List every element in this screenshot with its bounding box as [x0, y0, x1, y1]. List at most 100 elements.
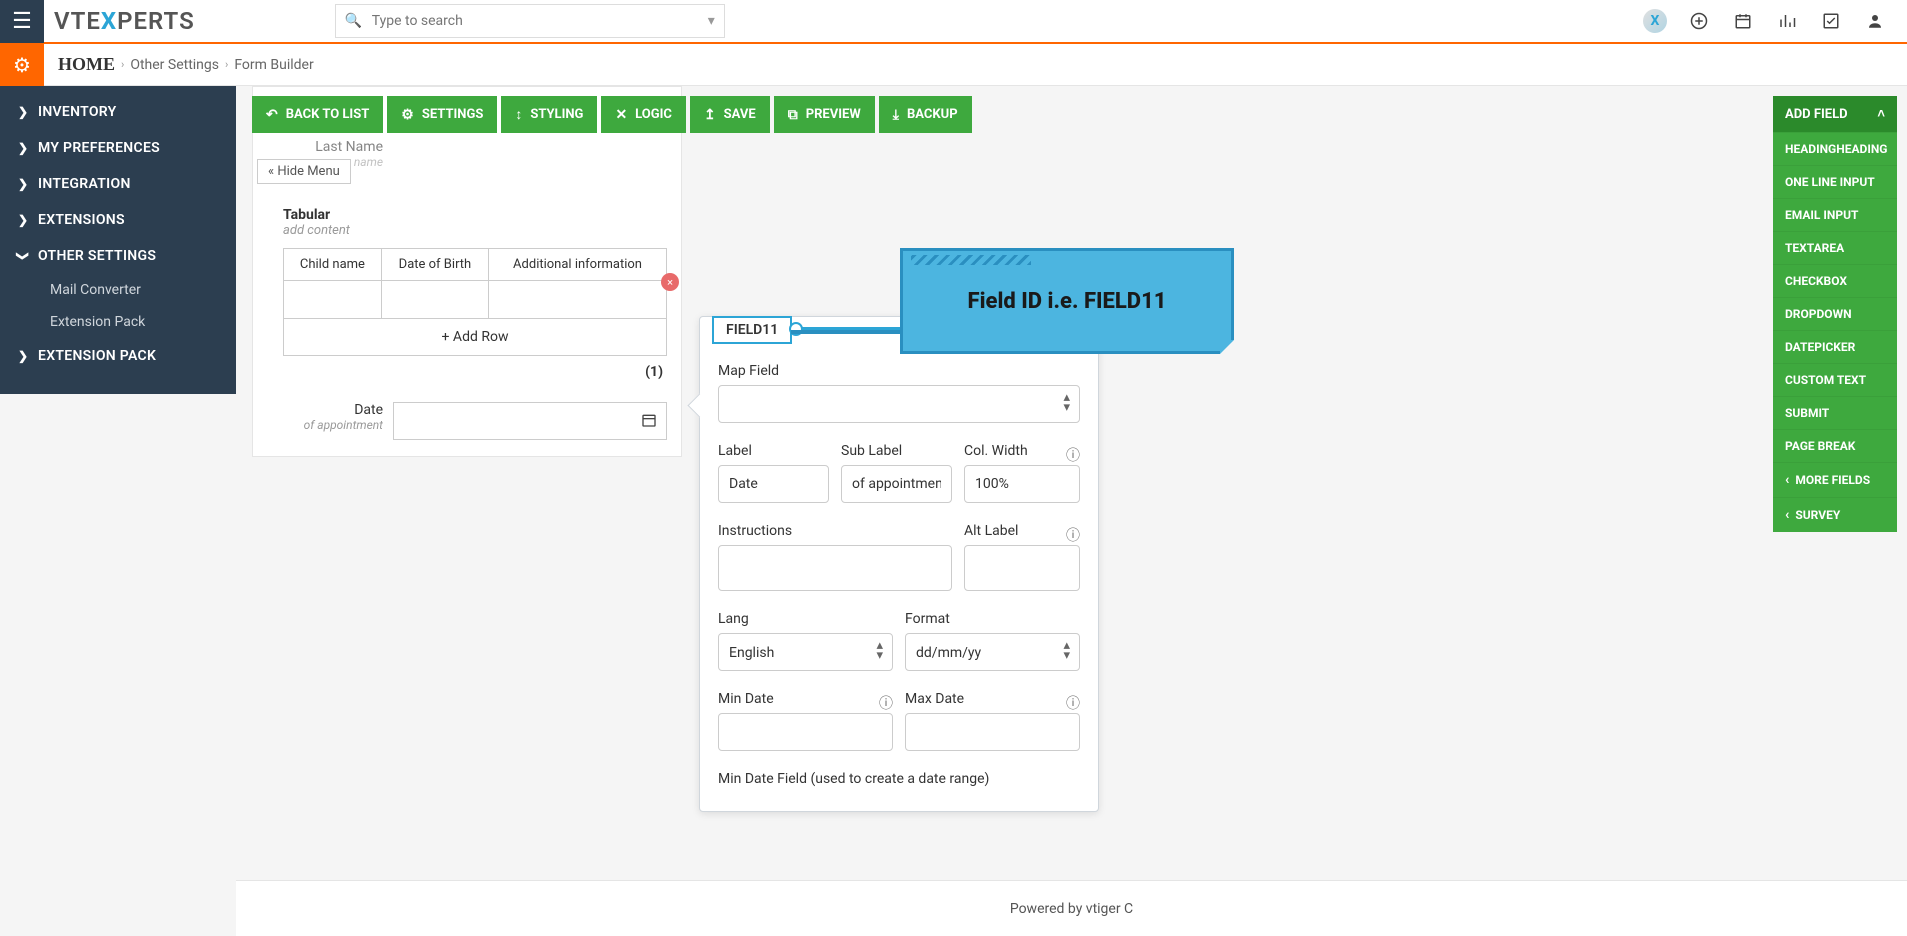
hamburger-icon: ☰ [12, 9, 32, 34]
date-input[interactable] [393, 402, 667, 440]
gear-icon: ⚙ [13, 53, 31, 77]
calendar-icon[interactable] [641, 412, 657, 432]
delete-row-button[interactable]: × [661, 273, 679, 291]
logo[interactable]: VTEXPERTS [54, 0, 195, 43]
checklist-icon[interactable] [1819, 9, 1843, 33]
sidebar-item-label: INVENTORY [38, 104, 117, 120]
add-field-header[interactable]: ADD FIELD ˄ [1773, 96, 1897, 132]
info-icon[interactable]: ⓘ [1066, 693, 1080, 713]
preview-button[interactable]: ⧉PREVIEW [774, 96, 875, 133]
info-icon[interactable]: ⓘ [1066, 525, 1080, 545]
mindate-field-range-label: Min Date Field (used to create a date ra… [718, 771, 1080, 787]
sidebar-item-label: OTHER SETTINGS [38, 248, 156, 264]
add-field-textarea[interactable]: TEXTAREA [1773, 231, 1897, 264]
add-field-dropdown[interactable]: DROPDOWN [1773, 297, 1897, 330]
sidebar-item-label: MY PREFERENCES [38, 140, 160, 156]
tabular-table: Child name Date of Birth Additional info… [283, 248, 667, 319]
chevron-right-icon: › [225, 58, 228, 71]
add-field-datepicker[interactable]: DATEPICKER [1773, 330, 1897, 363]
breadcrumb-home[interactable]: HOME [58, 54, 115, 75]
table-row[interactable] [284, 281, 667, 319]
sublabel-input[interactable] [841, 465, 952, 503]
add-field-checkbox[interactable]: CHECKBOX [1773, 264, 1897, 297]
top-header: ☰ VTEXPERTS 🔍 ▾ X [0, 0, 1907, 44]
column-header: Date of Birth [381, 249, 488, 281]
global-search: 🔍 ▾ [335, 4, 725, 38]
calendar-icon[interactable] [1731, 9, 1755, 33]
sidebar-item-other-settings[interactable]: ❯ OTHER SETTINGS [0, 238, 236, 274]
mindate-field-label: Min Date [718, 691, 893, 707]
add-field-more-fields[interactable]: MORE FIELDS [1773, 462, 1897, 497]
info-icon[interactable]: ⓘ [879, 693, 893, 713]
styling-button[interactable]: ↕STYLING [501, 96, 597, 133]
sidebar-item-extensions[interactable]: ❯ EXTENSIONS [0, 202, 236, 238]
breadcrumb: HOME › Other Settings › Form Builder [58, 54, 314, 75]
save-button[interactable]: ↥SAVE [690, 96, 770, 133]
secondary-bar: ⚙ HOME › Other Settings › Form Builder [0, 44, 1907, 86]
add-field-heading[interactable]: HEADINGHEADING [1773, 132, 1897, 165]
sublabel-field-label: Sub Label [841, 443, 952, 459]
lang-select[interactable]: English [718, 633, 893, 671]
maxdate-input[interactable] [905, 713, 1080, 751]
sidebar-item-integration[interactable]: ❯ INTEGRATION [0, 166, 236, 202]
hamburger-button[interactable]: ☰ [0, 0, 44, 43]
add-field-custom-text[interactable]: CUSTOM TEXT [1773, 363, 1897, 396]
user-icon[interactable] [1863, 9, 1887, 33]
backup-button[interactable]: ⤓BACKUP [879, 96, 972, 133]
styling-icon: ↕ [515, 106, 522, 123]
instructions-input[interactable] [718, 545, 952, 591]
add-icon[interactable] [1687, 9, 1711, 33]
undo-icon: ↶ [266, 107, 278, 123]
field-label: Last Name [267, 139, 383, 155]
tabular-sublabel: add content [283, 223, 667, 238]
logic-button[interactable]: ✕LOGIC [601, 96, 686, 133]
app-badge-icon[interactable]: X [1643, 9, 1667, 33]
date-field-row: Date of appointment [267, 402, 667, 440]
hide-menu-button[interactable]: « Hide Menu [257, 159, 351, 184]
settings-button[interactable]: ⚙SETTINGS [387, 96, 497, 133]
format-select[interactable]: dd/mm/yy [905, 633, 1080, 671]
sidebar-sub-mail-converter[interactable]: Mail Converter [0, 274, 236, 306]
add-field-email-input[interactable]: EMAIL INPUT [1773, 198, 1897, 231]
label-input[interactable] [718, 465, 829, 503]
colwidth-input[interactable] [964, 465, 1080, 503]
table-header-row: Child name Date of Birth Additional info… [284, 249, 667, 281]
sidebar-item-my-preferences[interactable]: ❯ MY PREFERENCES [0, 130, 236, 166]
sidebar-item-inventory[interactable]: ❯ INVENTORY [0, 94, 236, 130]
breadcrumb-seg2[interactable]: Form Builder [234, 57, 313, 73]
chart-icon[interactable] [1775, 9, 1799, 33]
chevron-down-icon[interactable]: ▾ [708, 13, 715, 29]
callout-connector [791, 330, 903, 334]
annotation-callout: Field ID i.e. FIELD11 [900, 248, 1234, 354]
search-input[interactable] [335, 4, 725, 38]
field-properties-panel: FIELD11 Map Field ▴▾ Label Sub Label ⓘ [699, 316, 1099, 812]
altlabel-field-label: Alt Label [964, 523, 1080, 539]
column-header: Child name [284, 249, 382, 281]
search-icon: 🔍 [345, 13, 362, 29]
lang-field-label: Lang [718, 611, 893, 627]
add-field-page-break[interactable]: PAGE BREAK [1773, 429, 1897, 462]
chevron-right-icon: › [121, 58, 124, 71]
sidebar-sub-extension-pack[interactable]: Extension Pack [0, 306, 236, 338]
mindate-input[interactable] [718, 713, 893, 751]
add-field-one-line-input[interactable]: ONE LINE INPUT [1773, 165, 1897, 198]
field-label: Date [267, 402, 383, 418]
info-icon[interactable]: ⓘ [1066, 445, 1080, 465]
instructions-field-label: Instructions [718, 523, 952, 539]
sidebar-item-extension-pack[interactable]: ❯ EXTENSION PACK [0, 338, 236, 374]
chevron-right-icon: ❯ [18, 141, 28, 155]
settings-gear-button[interactable]: ⚙ [0, 44, 44, 86]
breadcrumb-seg1[interactable]: Other Settings [130, 57, 219, 73]
add-field-submit[interactable]: SUBMIT [1773, 396, 1897, 429]
add-field-survey[interactable]: SURVEY [1773, 497, 1897, 532]
chevron-right-icon: ❯ [18, 177, 28, 191]
chevron-right-icon: ❯ [18, 105, 28, 119]
add-row-button[interactable]: + Add Row [283, 319, 667, 356]
logic-icon: ✕ [615, 107, 627, 123]
form-preview-panel: Last Name name « Hide Menu Tabular add c… [252, 86, 682, 457]
map-field-select[interactable] [718, 385, 1080, 423]
format-field-label: Format [905, 611, 1080, 627]
gear-icon: ⚙ [401, 107, 414, 123]
back-to-list-button[interactable]: ↶BACK TO LIST [252, 96, 383, 133]
altlabel-input[interactable] [964, 545, 1080, 591]
